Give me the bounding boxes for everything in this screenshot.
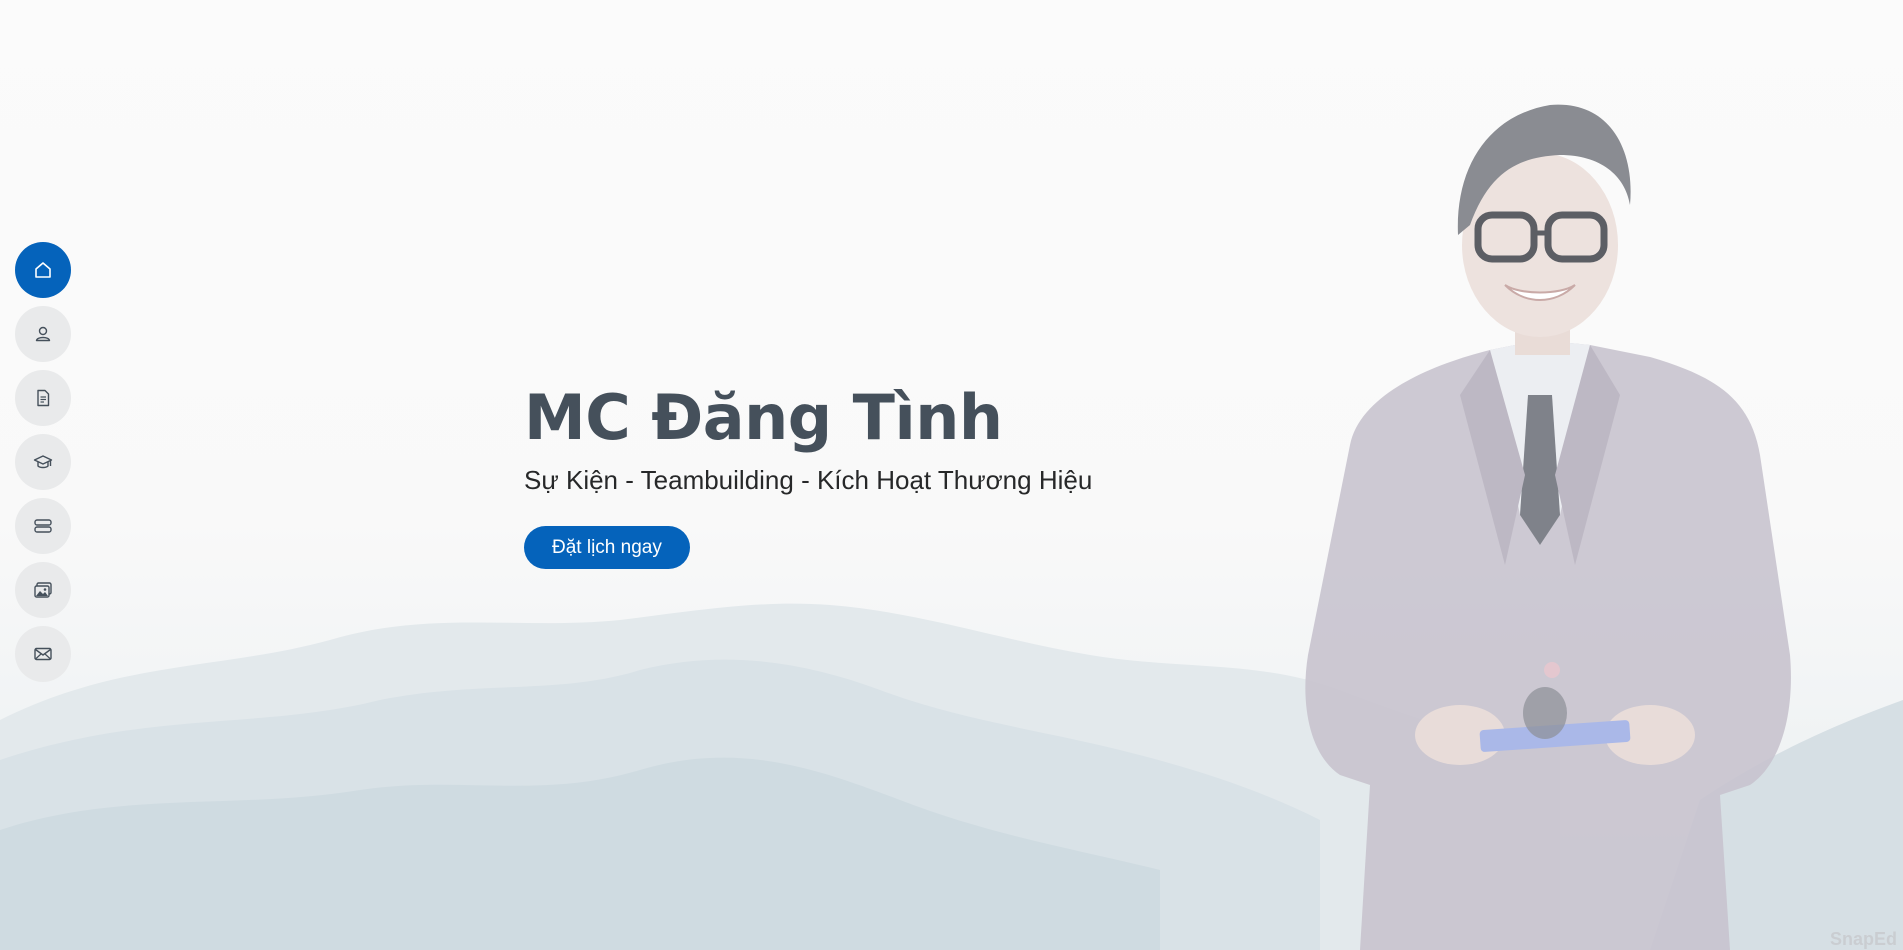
side-navigation <box>15 242 71 682</box>
hero-content: MC Đăng Tình Sự Kiện - Teambuilding - Kí… <box>524 380 1324 569</box>
person-icon <box>35 326 51 342</box>
nav-education-button[interactable] <box>15 434 71 490</box>
envelope-icon <box>34 647 52 661</box>
server-icon <box>34 519 52 533</box>
presenter-photo <box>1305 104 1791 950</box>
nav-gallery-button[interactable] <box>15 562 71 618</box>
hero-title: MC Đăng Tình <box>524 381 1003 454</box>
nav-services-button[interactable] <box>15 498 71 554</box>
graduation-cap-icon <box>33 455 53 469</box>
watermark-logo: SnapEd <box>1829 929 1897 949</box>
home-icon <box>35 262 51 278</box>
hero-section: MC Đăng Tình Sự Kiện - Teambuilding - Kí… <box>0 0 1903 950</box>
nav-contact-button[interactable] <box>15 626 71 682</box>
file-text-icon <box>37 389 50 407</box>
nav-home-button[interactable] <box>15 242 71 298</box>
book-now-button[interactable]: Đặt lịch ngay <box>524 526 690 569</box>
hero-subtitle: Sự Kiện - Teambuilding - Kích Hoạt Thươn… <box>524 465 1093 495</box>
nav-resume-button[interactable] <box>15 370 71 426</box>
images-icon <box>34 582 52 598</box>
nav-about-button[interactable] <box>15 306 71 362</box>
